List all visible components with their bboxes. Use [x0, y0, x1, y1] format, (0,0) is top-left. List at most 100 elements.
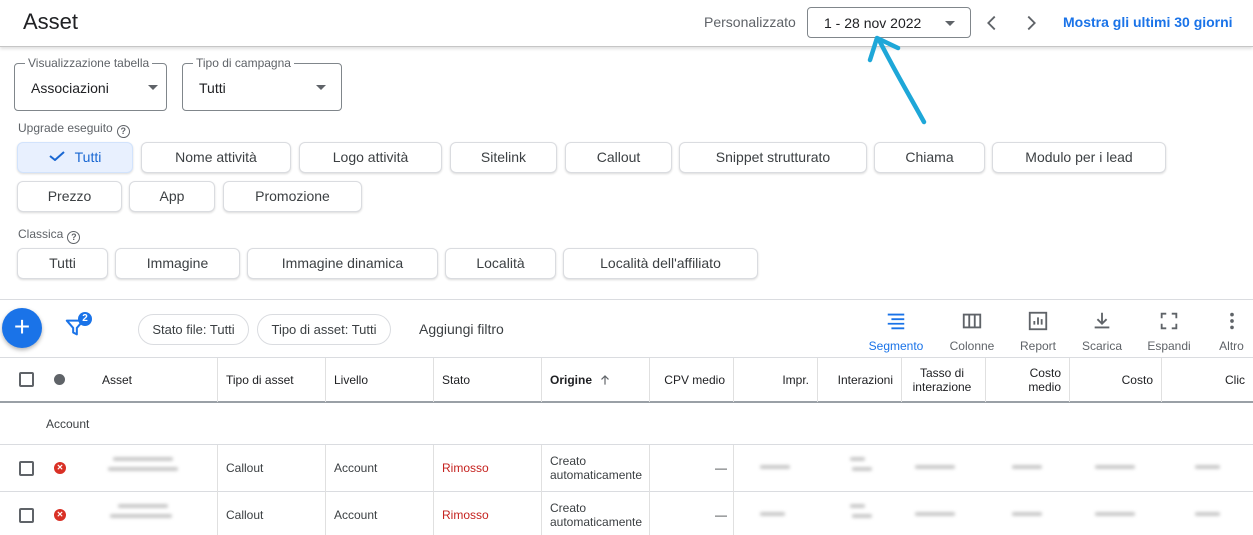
chip-dynamic-image[interactable]: Immagine dinamica	[247, 248, 438, 279]
col-avg-cost[interactable]: Costo medio	[986, 358, 1070, 402]
page-title: Asset	[23, 9, 79, 34]
select-all-checkbox[interactable]	[19, 372, 34, 387]
chip-callout[interactable]: Callout	[565, 142, 672, 173]
columns-button[interactable]: Colonne	[940, 310, 1004, 353]
col-origin[interactable]: Origine	[542, 358, 650, 402]
segment-button[interactable]: Segmento	[862, 310, 930, 353]
redacted-value	[852, 514, 872, 518]
origin-cell: Creato automaticamente	[550, 501, 643, 529]
redacted-value	[915, 465, 955, 469]
columns-icon	[962, 313, 982, 329]
redacted-value	[1095, 512, 1135, 516]
chip-price[interactable]: Prezzo	[17, 181, 122, 212]
redacted-asset-text	[113, 457, 173, 461]
file-status-filter-chip[interactable]: Stato file: Tutti	[138, 314, 249, 345]
chevron-right-icon[interactable]	[1020, 12, 1042, 34]
col-asset-type[interactable]: Tipo di asset	[218, 358, 326, 402]
row-checkbox[interactable]	[19, 508, 34, 523]
chip-business-name[interactable]: Nome attività	[141, 142, 291, 173]
annotation-arrow-icon	[867, 35, 927, 125]
more-vert-icon	[1229, 312, 1234, 330]
chip-structured-snippet[interactable]: Snippet strutturato	[679, 142, 867, 173]
chip-location[interactable]: Località	[445, 248, 556, 279]
redacted-value	[1195, 512, 1220, 516]
col-status[interactable]: Stato	[434, 358, 542, 402]
col-avg-cost-label: Costo medio	[1028, 366, 1061, 394]
add-filter-button[interactable]: Aggiungi filtro	[419, 321, 504, 337]
removed-status-icon: ✕	[54, 509, 66, 521]
redacted-value	[915, 512, 955, 516]
col-avg-cpv-label: CPV medio	[664, 373, 725, 387]
chip-image[interactable]: Immagine	[115, 248, 240, 279]
col-cost[interactable]: Costo	[1070, 358, 1162, 402]
section-divider	[0, 299, 1253, 300]
chip-promotion[interactable]: Promozione	[223, 181, 362, 212]
table-row[interactable]: ✕ Callout Account Rimosso Creato automat…	[0, 445, 1253, 492]
campaign-type-value: Tutti	[199, 80, 226, 96]
campaign-type-label: Tipo di campagna	[193, 56, 294, 70]
col-interactions[interactable]: Interazioni	[818, 358, 902, 402]
status-dot-icon	[54, 374, 65, 385]
columns-label: Colonne	[949, 339, 995, 353]
redacted-value	[1195, 465, 1220, 469]
group-label: Account	[46, 417, 90, 431]
expand-button[interactable]: Espandi	[1140, 310, 1198, 353]
col-asset[interactable]: Asset	[94, 358, 218, 402]
show-last-30-days-link[interactable]: Mostra gli ultimi 30 giorni	[1063, 14, 1233, 30]
add-button[interactable]: +	[2, 308, 42, 348]
chip-classic-all[interactable]: Tutti	[17, 248, 108, 279]
col-impressions[interactable]: Impr.	[734, 358, 818, 402]
download-icon	[1094, 312, 1110, 329]
chip-sitelink[interactable]: Sitelink	[450, 142, 557, 173]
help-icon[interactable]: ?	[116, 125, 130, 138]
status-cell: Rimosso	[442, 508, 489, 522]
col-avg-cpv[interactable]: CPV medio	[650, 358, 734, 402]
dropdown-caret-icon	[945, 21, 955, 26]
level-cell: Account	[334, 508, 378, 522]
table-header: Asset Tipo di asset Livello Stato Origin…	[0, 357, 1253, 403]
table-view-select[interactable]: Visualizzazione tabella Associazioni	[14, 56, 167, 111]
more-button[interactable]: Altro	[1210, 310, 1253, 353]
download-label: Scarica	[1081, 339, 1122, 353]
redacted-asset-text	[108, 467, 178, 471]
expand-label: Espandi	[1147, 339, 1191, 353]
redacted-asset-text	[110, 514, 172, 518]
level-cell: Account	[334, 461, 378, 475]
classic-section-label: Classica?	[18, 227, 81, 244]
table-view-value: Associazioni	[31, 80, 109, 96]
campaign-type-select[interactable]: Tipo di campagna Tutti	[182, 56, 342, 111]
chip-app[interactable]: App	[129, 181, 215, 212]
dropdown-caret-icon	[316, 85, 326, 90]
date-range-value: 1 - 28 nov 2022	[824, 15, 922, 31]
chip-call[interactable]: Chiama	[874, 142, 985, 173]
redacted-value	[1012, 465, 1042, 469]
segment-icon	[887, 313, 905, 330]
avg-cpv-cell: —	[715, 508, 727, 522]
col-clicks[interactable]: Clic	[1162, 358, 1253, 402]
col-asset-type-label: Tipo di asset	[226, 373, 294, 387]
asset-type-filter-chip[interactable]: Tipo di asset: Tutti	[257, 314, 391, 345]
chip-affiliate-location[interactable]: Località dell'affiliato	[563, 248, 758, 279]
row-checkbox[interactable]	[19, 461, 34, 476]
dropdown-caret-icon	[148, 85, 158, 90]
report-button[interactable]: Report	[1012, 310, 1064, 353]
classic-label-text: Classica	[18, 227, 64, 241]
redacted-value	[850, 504, 865, 508]
col-clicks-label: Clic	[1225, 373, 1245, 387]
chip-upgraded-all[interactable]: Tutti	[17, 142, 133, 173]
check-icon	[49, 151, 65, 161]
upgraded-section-label: Upgrade eseguito?	[18, 121, 130, 138]
redacted-value	[760, 512, 785, 516]
chevron-left-icon[interactable]	[981, 12, 1003, 34]
table-row[interactable]: ✕ Callout Account Rimosso Creato automat…	[0, 492, 1253, 535]
segment-label: Segmento	[868, 339, 924, 353]
asset-type-cell: Callout	[226, 508, 264, 522]
col-interactions-label: Interazioni	[837, 373, 893, 387]
chip-lead-form[interactable]: Modulo per i lead	[992, 142, 1166, 173]
col-level[interactable]: Livello	[326, 358, 434, 402]
col-interaction-rate[interactable]: Tasso di interazione	[902, 358, 986, 402]
page-header: Asset Personalizzato 1 - 28 nov 2022 Mos…	[0, 0, 1253, 47]
help-icon[interactable]: ?	[67, 231, 81, 244]
chip-business-logo[interactable]: Logo attività	[299, 142, 442, 173]
download-button[interactable]: Scarica	[1074, 310, 1130, 353]
